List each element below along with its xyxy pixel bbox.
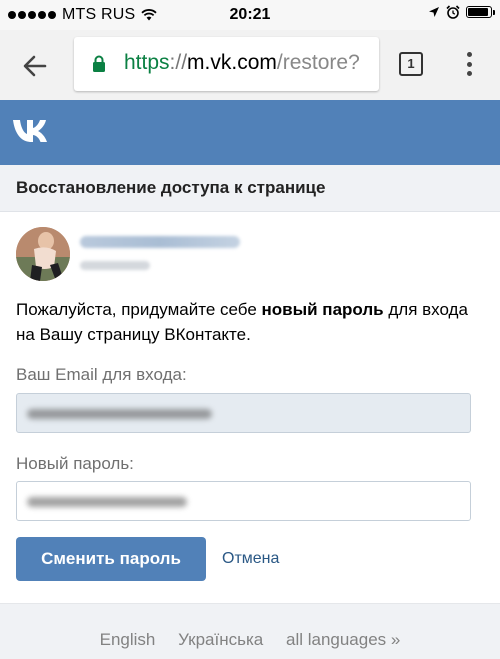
avatar-image bbox=[16, 227, 70, 281]
status-bar: MTS RUS 20:21 bbox=[0, 0, 500, 30]
url-text[interactable]: https://m.vk.com/restore? bbox=[124, 51, 360, 75]
language-link-all[interactable]: all languages » bbox=[286, 630, 400, 649]
password-label: Новый пароль: bbox=[16, 454, 134, 473]
email-value-redacted bbox=[27, 409, 212, 419]
page-title: Восстановление доступа к странице bbox=[16, 178, 326, 197]
url-separator: :// bbox=[169, 51, 188, 74]
avatar bbox=[16, 227, 70, 281]
browser-toolbar: https://m.vk.com/restore? 1 bbox=[0, 30, 500, 100]
vk-header bbox=[0, 100, 500, 165]
back-arrow-icon[interactable] bbox=[20, 51, 50, 81]
url-scheme: https bbox=[124, 51, 170, 74]
intro-text-start: Пожалуйста, придумайте себе bbox=[16, 300, 262, 319]
status-time: 20:21 bbox=[229, 6, 271, 23]
address-bar[interactable]: https://m.vk.com/restore? bbox=[74, 37, 379, 91]
status-right bbox=[428, 5, 495, 19]
email-label: Ваш Email для входа: bbox=[16, 365, 187, 384]
alarm-icon bbox=[446, 5, 460, 19]
password-value-redacted bbox=[27, 497, 187, 507]
lock-icon bbox=[93, 55, 105, 72]
language-link-ukrainian[interactable]: Українська bbox=[178, 630, 263, 649]
intro-text-bold: новый пароль bbox=[261, 300, 384, 319]
language-link-english[interactable]: English bbox=[100, 630, 156, 649]
location-arrow-icon bbox=[429, 7, 439, 17]
language-links: English Українська all languages » bbox=[0, 630, 500, 650]
title-bar: Восстановление доступа к странице bbox=[0, 165, 500, 212]
tab-switcher-button[interactable]: 1 bbox=[399, 52, 423, 76]
profile-sub-redacted bbox=[80, 261, 150, 270]
change-password-button[interactable]: Сменить пароль bbox=[16, 537, 206, 581]
url-host: m.vk.com bbox=[187, 51, 277, 74]
profile-name-redacted bbox=[80, 236, 240, 248]
more-vert-icon[interactable] bbox=[462, 50, 476, 78]
cancel-link[interactable]: Отмена bbox=[222, 550, 279, 568]
url-path: /restore? bbox=[276, 51, 360, 74]
battery-icon bbox=[466, 6, 495, 18]
new-password-field[interactable] bbox=[16, 481, 471, 521]
footer: English Українська all languages » bbox=[0, 603, 500, 659]
intro-text: Пожалуйста, придумайте себе новый пароль… bbox=[16, 297, 486, 347]
email-field bbox=[16, 393, 471, 433]
vk-logo[interactable] bbox=[12, 118, 54, 144]
